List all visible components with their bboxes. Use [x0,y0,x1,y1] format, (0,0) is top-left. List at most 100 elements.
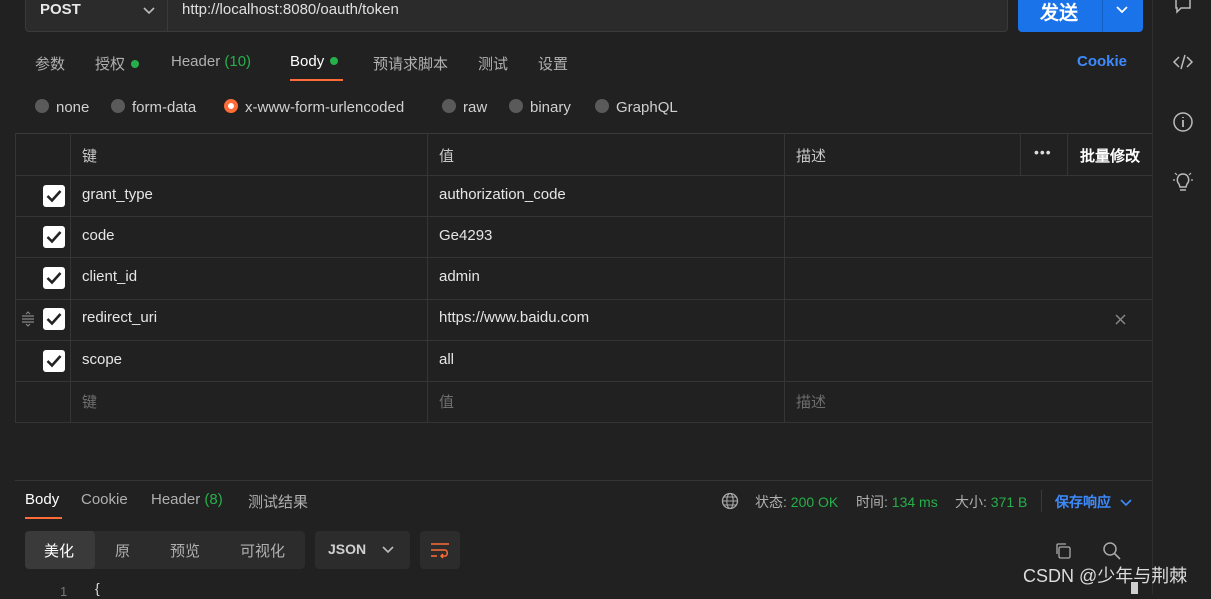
wrap-lines-icon [431,543,449,559]
format-select[interactable]: JSON [315,531,410,569]
radio-circle-selected[interactable] [224,99,238,114]
checkmark-icon [46,355,62,368]
code-icon[interactable] [1171,50,1195,74]
row-checkbox[interactable] [43,350,65,372]
radio-circle[interactable] [35,99,49,114]
response-tab-test-results[interactable]: 测试结果 [248,491,308,512]
row-checkbox[interactable] [43,308,65,330]
right-sidebar [1152,0,1211,594]
chevron-down-icon [382,546,394,554]
radio-none[interactable]: none [35,99,89,116]
status-value: 200 OK [790,494,839,510]
column-header-value: 值 [439,148,455,165]
tab-header[interactable]: Header (10) [171,53,251,70]
new-description-input[interactable]: 描述 [796,391,826,412]
copy-icon[interactable] [1054,542,1072,560]
tab-prerequest-script[interactable]: 预请求脚本 [373,53,448,74]
table-column-divider [427,133,428,423]
save-response-button[interactable]: 保存响应 [1055,492,1133,512]
table-divider [15,175,1152,176]
row-checkbox[interactable] [43,185,65,207]
chevron-down-icon[interactable] [1114,2,1130,16]
header-count-badge: (10) [224,53,252,70]
response-tab-body[interactable]: Body [25,491,59,508]
response-size: 大小: 371 B [955,492,1027,512]
watermark: CSDN @少年与荆棘 [1023,566,1188,586]
send-button[interactable]: 发送 [1018,0,1143,32]
size-value: 371 B [990,494,1028,510]
radio-binary[interactable]: binary [509,99,571,116]
table-top-border [15,133,1152,134]
tab-auth[interactable]: 授权 [95,53,140,74]
radio-circle[interactable] [442,99,456,114]
radio-circle[interactable] [595,99,609,114]
row-key[interactable]: scope [82,351,122,368]
radio-form-data[interactable]: form-data [111,99,196,116]
row-value[interactable]: authorization_code [439,186,566,203]
method-label: POST [40,1,81,18]
radio-circle[interactable] [509,99,523,114]
drag-handle-icon[interactable] [20,311,36,327]
row-key[interactable]: code [82,227,115,244]
new-value-input[interactable]: 值 [439,391,454,412]
row-key[interactable]: client_id [82,268,137,285]
table-column-divider [1067,133,1068,175]
view-raw-button[interactable]: 原 [115,540,130,561]
row-checkbox[interactable] [43,226,65,248]
row-value[interactable]: Ge4293 [439,227,492,244]
tab-params-label: 参数 [35,56,66,73]
tab-params[interactable]: 参数 [35,53,65,74]
time-label: 时间: [856,494,888,510]
tab-prerequest-label: 预请求脚本 [373,56,449,73]
search-icon[interactable] [1102,541,1122,561]
method-select[interactable]: POST [25,0,168,32]
tab-auth-label: 授权 [95,56,126,73]
row-value[interactable]: all [439,351,454,368]
table-column-divider [784,133,785,423]
active-tab-indicator [25,517,62,519]
radio-circle[interactable] [111,99,125,114]
checkmark-icon [46,231,62,244]
active-tab-indicator [290,79,343,81]
bulk-edit-button[interactable]: 批量修改 [1080,145,1140,166]
more-options-button[interactable]: ••• [1034,144,1052,160]
response-tab-cookie[interactable]: Cookie [81,491,128,508]
view-pretty-button[interactable]: 美化 [44,540,74,561]
comment-icon[interactable] [1171,0,1195,18]
response-divider[interactable] [15,480,1152,481]
table-divider [15,257,1152,258]
new-key-input[interactable]: 键 [82,391,97,412]
tab-settings[interactable]: 设置 [538,53,568,74]
tab-body-label: Body [290,53,325,70]
view-preview-button[interactable]: 预览 [170,540,200,561]
globe-icon[interactable] [721,492,739,510]
lightbulb-icon[interactable] [1171,170,1195,194]
wrap-lines-button[interactable] [420,531,460,569]
chevron-down-icon [143,7,155,15]
table-divider [15,381,1152,382]
column-header-key: 键 [82,148,98,165]
send-divider [1102,0,1103,32]
url-text: http://localhost:8080/oauth/token [182,1,399,18]
radio-raw[interactable]: raw [442,99,487,116]
row-key[interactable]: redirect_uri [82,309,157,326]
radio-none-label: none [56,99,90,116]
view-visualize-button[interactable]: 可视化 [240,540,285,561]
url-input[interactable]: http://localhost:8080/oauth/token [168,0,1008,32]
tab-tests[interactable]: 测试 [478,53,508,74]
response-status: 状态: 200 OK [755,492,838,512]
table-divider [15,422,1152,423]
row-value[interactable]: https://www.baidu.com [439,309,589,326]
delete-row-icon[interactable] [1114,313,1127,326]
row-value[interactable]: admin [439,268,480,285]
radio-urlencoded[interactable]: x-www-form-urlencoded [224,99,404,116]
radio-graphql[interactable]: GraphQL [595,99,678,116]
response-tab-header[interactable]: Header (8) [151,491,223,508]
tab-header-label: Header [171,53,221,70]
info-icon[interactable] [1171,110,1195,134]
tab-body[interactable]: Body [290,53,339,70]
cookie-link[interactable]: Cookie [1077,53,1127,70]
row-key[interactable]: grant_type [82,186,153,203]
checkmark-icon [46,313,62,326]
row-checkbox[interactable] [43,267,65,289]
